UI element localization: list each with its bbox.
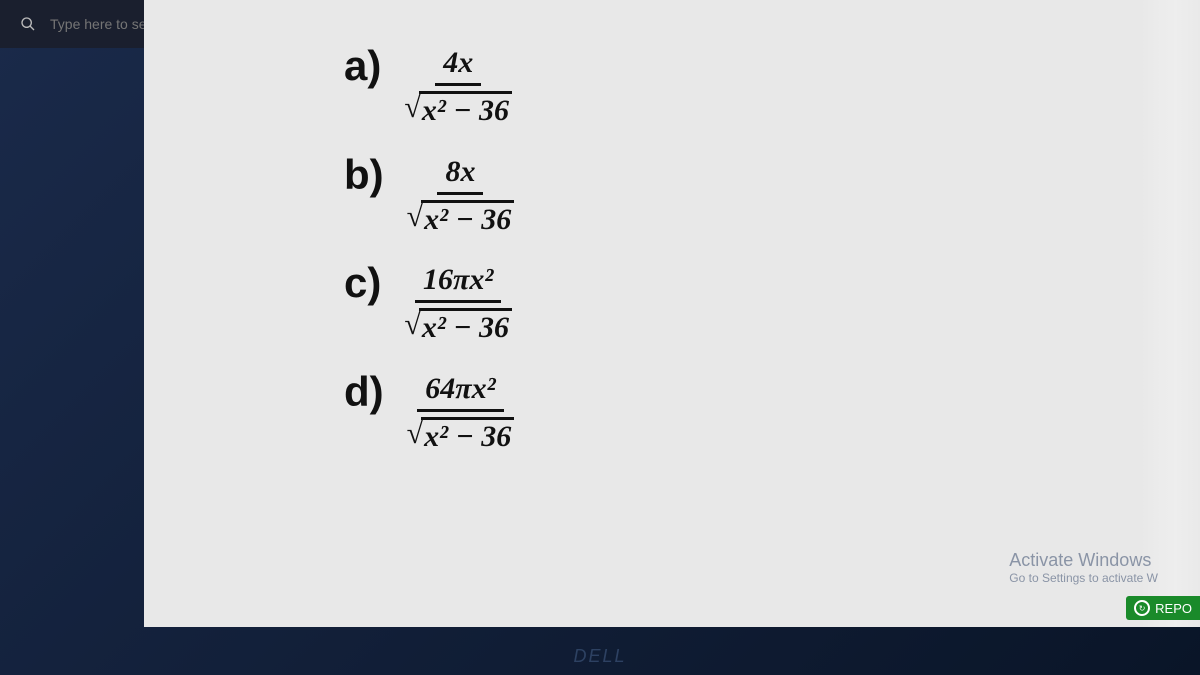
denominator-d: √x² − 36 — [399, 412, 523, 455]
option-d-label: d) — [344, 371, 384, 413]
fraction-a: 4x √x² − 36 — [396, 45, 520, 129]
fraction-d: 64πx² √x² − 36 — [399, 371, 523, 455]
watermark-subtitle: Go to Settings to activate W — [1009, 571, 1158, 585]
activate-windows-watermark: Activate Windows Go to Settings to activ… — [1009, 550, 1158, 585]
denominator-c: √x² − 36 — [396, 303, 520, 346]
fraction-c: 16πx² √x² − 36 — [396, 262, 520, 346]
search-icon — [20, 16, 36, 32]
repost-icon: ↻ — [1134, 600, 1150, 616]
option-a-label: a) — [344, 45, 381, 87]
screen-glare — [1140, 0, 1200, 627]
denominator-b: √x² − 36 — [399, 195, 523, 238]
option-a: a) 4x √x² − 36 — [344, 45, 522, 129]
numerator-b: 8x — [437, 154, 483, 195]
numerator-c: 16πx² — [415, 262, 501, 303]
repo-badge[interactable]: ↻ REPO — [1126, 596, 1200, 620]
option-b-label: b) — [344, 154, 384, 196]
numerator-a: 4x — [435, 45, 481, 86]
option-d: d) 64πx² √x² − 36 — [344, 371, 522, 455]
repo-label: REPO — [1155, 601, 1192, 616]
denominator-a: √x² − 36 — [396, 86, 520, 129]
option-b: b) 8x √x² − 36 — [344, 154, 522, 238]
document-page: a) 4x √x² − 36 b) 8x √x² — [144, 0, 1200, 627]
numerator-d: 64πx² — [417, 371, 503, 412]
fraction-b: 8x √x² − 36 — [399, 154, 523, 238]
option-c-label: c) — [344, 262, 381, 304]
option-c: c) 16πx² √x² − 36 — [344, 262, 522, 346]
watermark-title: Activate Windows — [1009, 550, 1158, 571]
